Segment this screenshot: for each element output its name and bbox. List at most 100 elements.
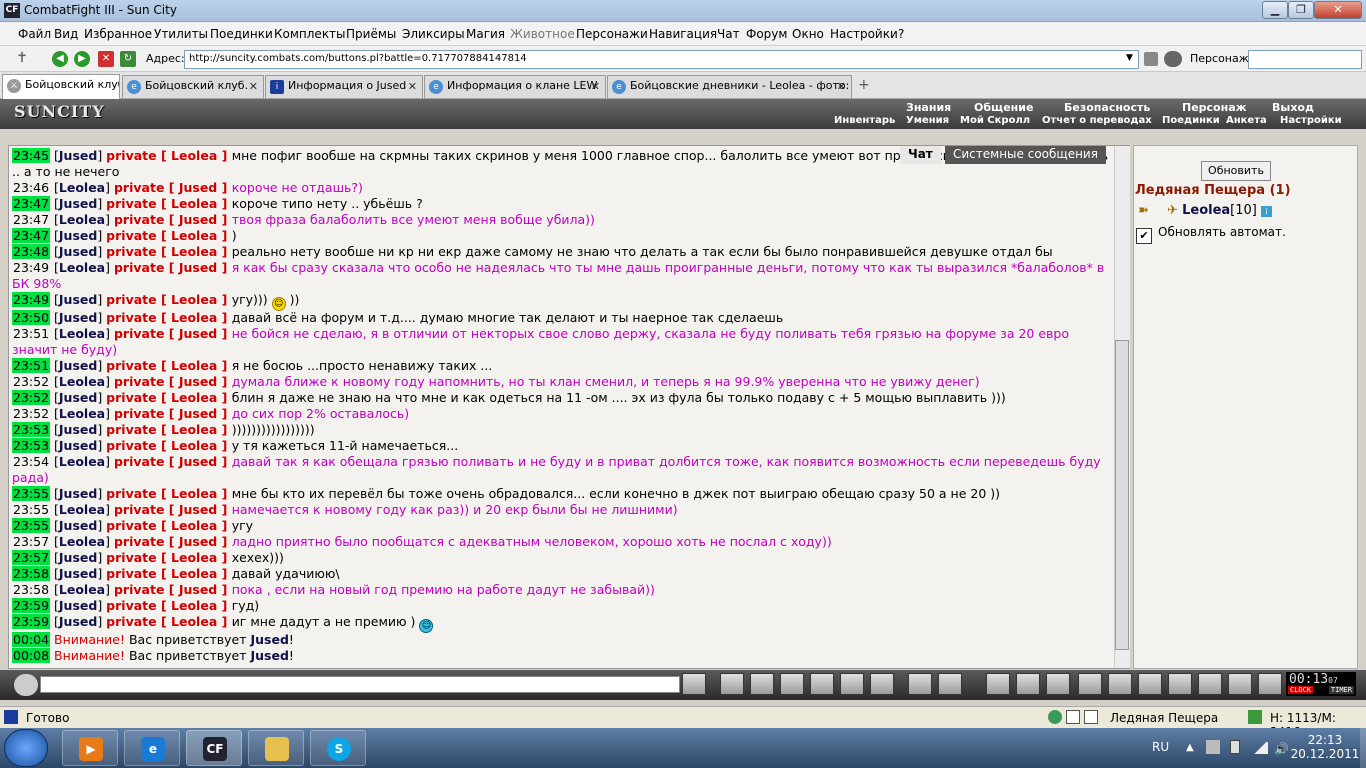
private-label[interactable]: private (106, 566, 156, 581)
battery-icon[interactable] (1230, 740, 1240, 754)
music-icon[interactable] (870, 673, 894, 695)
tray-up-icon[interactable]: ▲ (1186, 742, 1194, 753)
message-sender[interactable]: Jused (59, 422, 97, 437)
private-label[interactable]: private (114, 502, 164, 517)
menu-item[interactable]: Избранное (84, 27, 152, 41)
tray-language[interactable]: RU (1152, 740, 1169, 754)
message-sender[interactable]: Leolea (59, 582, 105, 597)
message-recipient[interactable]: Leolea (171, 358, 217, 373)
trade-icon[interactable] (1168, 673, 1192, 695)
auto-update-option[interactable]: ✔ Обновлять автомат. (1136, 225, 1286, 244)
taskbar-skype[interactable]: S (310, 730, 366, 766)
message-sender[interactable]: Jused (59, 244, 97, 259)
private-label[interactable]: private (106, 550, 156, 565)
taskbar-explorer[interactable] (248, 730, 304, 766)
game-subnav-item[interactable]: Отчет о переводах (1042, 115, 1152, 126)
message-sender[interactable]: Leolea (59, 180, 105, 195)
message-sender[interactable]: Leolea (59, 534, 105, 549)
message-sender[interactable]: Jused (59, 196, 97, 211)
private-label[interactable]: private (114, 374, 164, 389)
maximize-button[interactable]: ❐ (1288, 1, 1314, 19)
message-sender[interactable]: Jused (59, 358, 97, 373)
system-nick[interactable]: Jused (251, 648, 289, 663)
message-sender[interactable]: Leolea (59, 374, 105, 389)
message-sender[interactable]: Jused (59, 148, 97, 163)
tab-system-messages[interactable]: Системные сообщения (945, 146, 1106, 164)
message-recipient[interactable]: Leolea (171, 598, 217, 613)
message-time[interactable]: 23:58 (12, 582, 50, 597)
auto-update-checkbox[interactable]: ✔ (1136, 228, 1152, 244)
persona-select[interactable] (1248, 50, 1362, 69)
eraser-icon[interactable] (720, 673, 744, 695)
message-sender[interactable]: Jused (59, 438, 97, 453)
message-time[interactable]: 23:52 (12, 390, 51, 405)
message-recipient[interactable]: Leolea (171, 196, 217, 211)
private-label[interactable]: private (114, 406, 164, 421)
helmet-icon[interactable] (938, 673, 962, 695)
message-recipient[interactable]: Leolea (171, 438, 217, 453)
message-sender[interactable]: Jused (59, 310, 97, 325)
message-recipient[interactable]: Leolea (171, 550, 217, 565)
close-tab-icon[interactable]: ✕ (837, 80, 846, 93)
menu-item[interactable]: Настройки (830, 27, 898, 41)
message-time[interactable]: 23:54 (12, 454, 50, 469)
private-label[interactable]: private (106, 614, 156, 629)
network-icon[interactable] (1206, 740, 1220, 754)
game-subnav-item[interactable]: Поединки (1162, 115, 1220, 126)
private-label[interactable]: private (106, 358, 156, 373)
message-sender[interactable]: Jused (59, 228, 97, 243)
start-button[interactable] (4, 729, 48, 767)
message-recipient[interactable]: Jused (179, 212, 217, 227)
taskbar-combatfight[interactable]: CF (186, 730, 242, 766)
message-recipient[interactable]: Leolea (171, 566, 217, 581)
private-label[interactable]: private (106, 486, 156, 501)
private-label[interactable]: private (106, 438, 156, 453)
message-time[interactable]: 23:58 (12, 566, 51, 581)
message-time[interactable]: 23:47 (12, 228, 51, 243)
close-button[interactable]: ✕ (1314, 1, 1362, 19)
message-sender[interactable]: Leolea (59, 454, 105, 469)
address-dropdown-icon[interactable]: ▼ (1126, 53, 1133, 63)
menu-item[interactable]: Чат (717, 27, 740, 41)
tab-combats-club-1[interactable]: ⚔ Бойцовский клуб (2, 74, 120, 99)
smiley-icon[interactable] (908, 673, 932, 695)
minimize-button[interactable]: ▁ (1262, 1, 1288, 19)
menu-item[interactable]: Файл (18, 27, 51, 41)
game-nav-item[interactable]: Безопасность (1064, 101, 1150, 114)
message-time[interactable]: 23:55 (12, 486, 51, 501)
chest-icon[interactable] (1046, 673, 1070, 695)
message-sender[interactable]: Jused (59, 518, 97, 533)
menu-item[interactable]: Форум (746, 27, 787, 41)
message-time[interactable]: 23:53 (12, 438, 51, 453)
friends-icon[interactable] (1198, 673, 1222, 695)
private-label[interactable]: private (106, 422, 156, 437)
menu-item[interactable]: Вид (54, 27, 78, 41)
menu-item[interactable]: Животное (510, 27, 575, 41)
menu-item[interactable]: Навигация (649, 27, 717, 41)
message-sender[interactable]: Jused (59, 486, 97, 501)
private-label[interactable]: private (114, 534, 164, 549)
message-sender[interactable]: Jused (59, 598, 97, 613)
message-time[interactable]: 23:49 (12, 260, 50, 275)
message-recipient[interactable]: Jused (179, 534, 217, 549)
message-recipient[interactable]: Jused (179, 502, 217, 517)
new-tab-icon[interactable]: + (858, 77, 870, 93)
private-label[interactable]: private (106, 310, 156, 325)
game-subnav-item[interactable]: Настройки (1280, 115, 1342, 126)
run-icon[interactable] (810, 673, 834, 695)
private-label[interactable]: private (106, 244, 156, 259)
chat-scroll-thumb[interactable] (1115, 340, 1129, 650)
message-sender[interactable]: Jused (59, 566, 97, 581)
message-time[interactable]: 23:59 (12, 598, 51, 613)
exit-icon[interactable] (1258, 673, 1282, 695)
private-label[interactable]: private (106, 598, 156, 613)
message-recipient[interactable]: Jused (179, 326, 217, 341)
message-recipient[interactable]: Jused (179, 406, 217, 421)
message-time[interactable]: 00:08 (12, 648, 51, 663)
game-nav-item[interactable]: Персонаж (1182, 101, 1247, 114)
user-nick[interactable]: Leolea (1182, 203, 1230, 218)
menu-item[interactable]: Приёмы (346, 27, 396, 41)
private-label[interactable]: private (114, 454, 164, 469)
doc-icon[interactable] (1084, 710, 1098, 724)
message-sender[interactable]: Jused (59, 550, 97, 565)
